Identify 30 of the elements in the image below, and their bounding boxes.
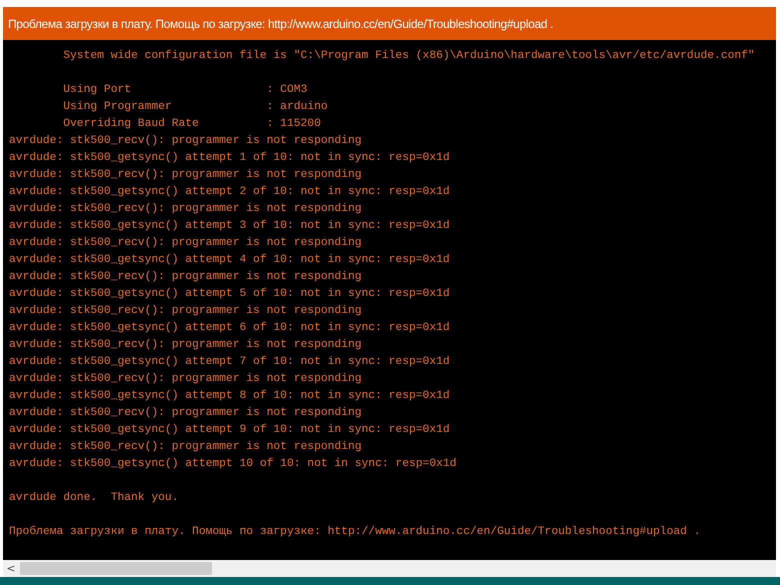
- console-line: avrdude: stk500_recv(): programmer is not responding: [9, 236, 362, 251]
- console-line: Overriding Baud Rate : 115200: [62, 116, 321, 132]
- console-line: avrdude: stk500_recv(): programmer is not responding: [9, 372, 362, 387]
- console-line: Проблема загрузки в плату. Помощь по загрузке: http://www.arduino.cc/en/Guide/Troubleshooting#upload .: [9, 524, 700, 540]
- console-line: avrdude: stk500_getsync() attempt 5 of 10: not in sync: resp=0x1d: [9, 286, 450, 302]
- console-line: avrdude: stk500_recv(): programmer is not responding: [9, 168, 362, 183]
- console-line: avrdude: stk500_getsync() attempt 1 of 10: not in sync: resp=0x1d: [9, 150, 450, 166]
- console-line: avrdude: stk500_recv(): programmer is not responding: [9, 406, 362, 421]
- console-line: avrdude: stk500_getsync() attempt 9 of 10: not in sync: resp=0x1d: [9, 422, 450, 438]
- scrollbar-thumb[interactable]: [20, 562, 212, 575]
- console-line: avrdude: stk500_getsync() attempt 2 of 10: not in sync: resp=0x1d: [9, 184, 450, 200]
- console-line: avrdude done. Thank you.: [9, 490, 178, 506]
- console-line: avrdude: stk500_recv(): programmer is not responding: [9, 134, 362, 149]
- console-line: System wide configuration file is "C:\Program Files (x86)\Arduino\hardware\tools\avr/etc/avrdude.conf": [62, 48, 755, 64]
- console-line: avrdude: stk500_getsync() attempt 10 of 10: not in sync: resp=0x1d: [9, 456, 456, 472]
- console-line: avrdude: stk500_getsync() attempt 6 of 10: not in sync: resp=0x1d: [9, 320, 450, 336]
- console-line: avrdude: stk500_getsync() attempt 3 of 10: not in sync: resp=0x1d: [9, 218, 450, 234]
- console-line: avrdude: stk500_recv(): programmer is not responding: [9, 270, 362, 285]
- console-line: avrdude: stk500_getsync() attempt 8 of 10: not in sync: resp=0x1d: [9, 388, 450, 404]
- console-line: avrdude: stk500_recv(): programmer is not responding: [9, 338, 362, 353]
- console-line: avrdude: stk500_recv(): programmer is not responding: [9, 304, 362, 319]
- console-line: Using Programmer : arduino: [62, 100, 328, 115]
- status-message: Проблема загрузки в плату. Помощь по загрузке: http://www.arduino.cc/en/Guide/Troubleshooting#upload .: [8, 16, 554, 30]
- console-line: avrdude: stk500_getsync() attempt 7 of 10: not in sync: resp=0x1d: [9, 354, 450, 370]
- console-line: avrdude: stk500_recv(): programmer is not responding: [9, 202, 362, 217]
- console-line: avrdude: stk500_getsync() attempt 4 of 10: not in sync: resp=0x1d: [9, 252, 450, 268]
- console-line: avrdude: stk500_recv(): programmer is not responding: [9, 440, 362, 455]
- console-line: Using Port : COM3: [62, 82, 308, 98]
- scroll-left-button[interactable]: <: [3, 560, 19, 577]
- horizontal-scrollbar[interactable]: <: [3, 560, 776, 577]
